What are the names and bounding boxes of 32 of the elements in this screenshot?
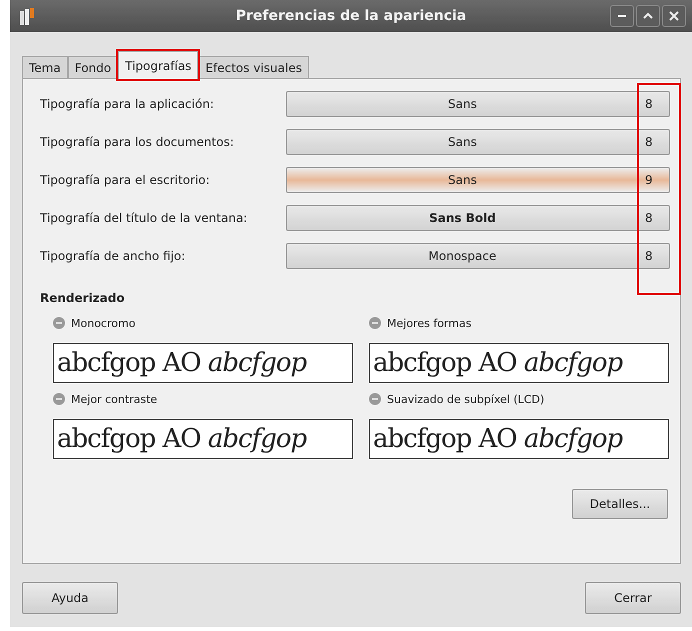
help-button[interactable]: Ayuda bbox=[22, 582, 118, 614]
tab[interactable]: Fondo bbox=[68, 56, 118, 78]
maximize-button[interactable] bbox=[636, 5, 660, 27]
font-sample: abcfgop AO abcfgop bbox=[369, 419, 669, 459]
font-sample: abcfgop AO abcfgop bbox=[53, 419, 353, 459]
radio-option[interactable]: Suavizado de subpíxel (LCD) bbox=[369, 389, 544, 409]
font-button[interactable]: Sans 8 bbox=[286, 129, 670, 155]
font-button[interactable]: Sans 9 bbox=[286, 167, 670, 193]
tab[interactable]: Efectos visuales bbox=[198, 56, 309, 78]
font-sample: abcfgop AO abcfgop bbox=[53, 343, 353, 383]
radio-option[interactable]: Mejor contraste bbox=[53, 389, 158, 409]
close-dialog-button[interactable]: Cerrar bbox=[585, 582, 681, 614]
font-label: Tipografía para el escritorio: bbox=[40, 173, 211, 187]
tab[interactable]: Tema bbox=[22, 56, 68, 78]
radio-option[interactable]: Mejores formas bbox=[369, 313, 472, 333]
font-sample: abcfgop AO abcfgop bbox=[369, 343, 669, 383]
font-label: Tipografía de ancho fijo: bbox=[40, 249, 186, 263]
close-button[interactable] bbox=[662, 5, 686, 27]
font-button[interactable]: Sans 8 bbox=[286, 91, 670, 117]
minimize-button[interactable] bbox=[610, 5, 634, 27]
radio-option[interactable]: Monocromo bbox=[53, 313, 136, 333]
tab[interactable]: Tipografías bbox=[118, 51, 198, 79]
font-button[interactable]: Monospace 8 bbox=[286, 243, 670, 269]
window-title: Preferencias de la apariencia bbox=[236, 8, 466, 24]
font-label: Tipografía para la aplicación: bbox=[40, 97, 215, 111]
close-icon bbox=[668, 10, 680, 22]
font-button[interactable]: Sans Bold 8 bbox=[286, 205, 670, 231]
section-heading: Renderizado bbox=[40, 291, 126, 305]
app-icon bbox=[18, 6, 36, 26]
details-button[interactable]: Detalles... bbox=[572, 489, 668, 519]
font-label: Tipografía para los documentos: bbox=[40, 135, 235, 149]
font-label: Tipografía del título de la ventana: bbox=[40, 211, 248, 225]
